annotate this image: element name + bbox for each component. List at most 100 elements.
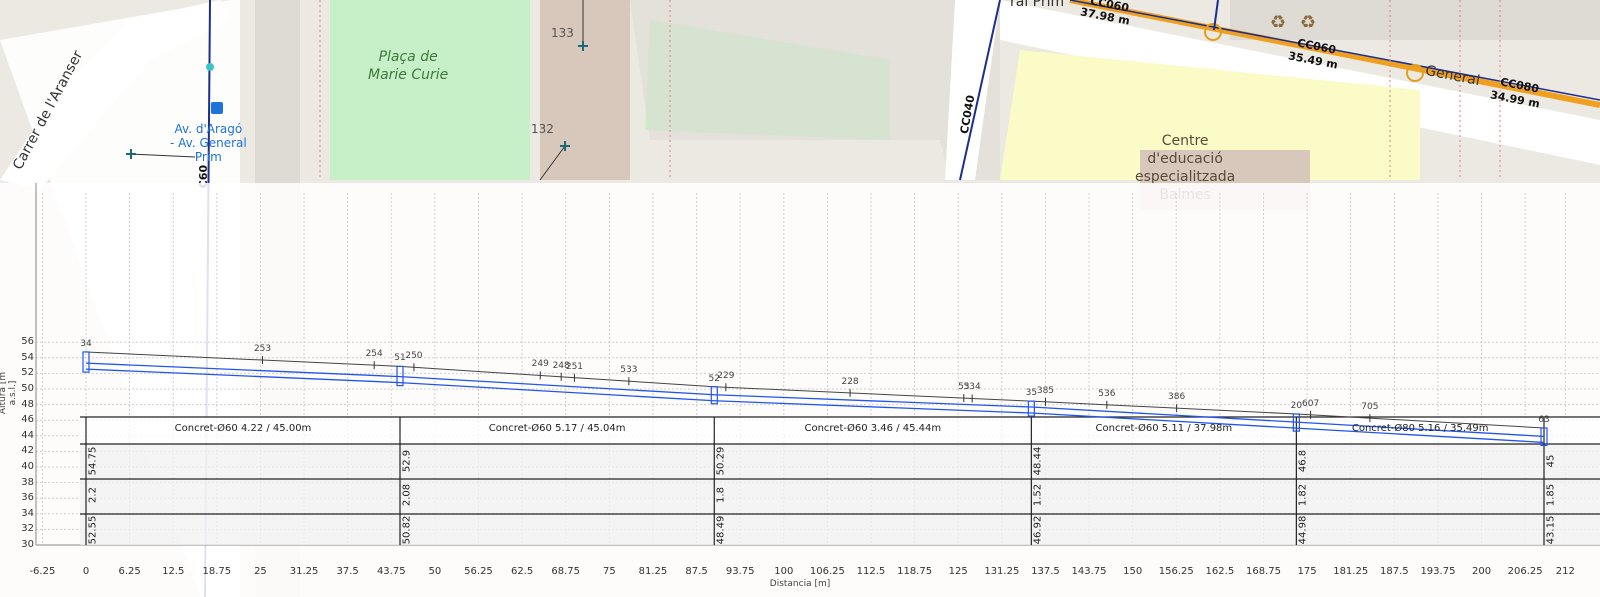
y-tick-label: 52 (21, 367, 34, 379)
ground-point-label: 607 (1302, 398, 1320, 409)
manhole-label: 51 (394, 353, 406, 364)
x-tick-label: 118.75 (897, 566, 933, 577)
segment-label: Concret-Ø60 5.17 / 45.04m (488, 423, 626, 434)
x-tick-label: 25 (254, 566, 267, 577)
x-tick-label: 131.25 (984, 566, 1020, 577)
manhole-label: 35 (1025, 388, 1038, 399)
table-band (80, 479, 1600, 513)
table-invert-value: 43.15 (1545, 515, 1557, 545)
ground-point-label: 249 (531, 359, 549, 370)
park-area (330, 0, 530, 180)
table-depth-value: 2.08 (401, 483, 413, 507)
table-invert-value: 44.98 (1297, 515, 1309, 545)
table-invert-value: 48.49 (715, 515, 727, 545)
x-tick-label: 137.5 (1031, 566, 1060, 577)
profile-table (80, 416, 1600, 545)
ground-point-label: 536 (1098, 388, 1116, 399)
x-tick-label: 93.75 (725, 566, 755, 577)
manhole-mark (1027, 400, 1035, 417)
x-tick-label: 162.5 (1205, 566, 1235, 577)
y-tick-label: 40 (21, 461, 34, 472)
x-tick-label: 43.75 (376, 566, 406, 577)
ground-point-label: 386 (1168, 392, 1186, 403)
x-tick-label: 75 (602, 566, 616, 577)
x-tick-label: 187.5 (1379, 566, 1409, 577)
longitudinal-profile-panel[interactable]: Altura [m a.s.l.] Distancia [m] 56 54 52 50… (0, 183, 1600, 597)
y-tick-label: 56 (21, 336, 34, 348)
table-ground-value: 45 (1545, 454, 1557, 468)
table-ground-value: 52.9 (401, 449, 413, 473)
table-depth-value: 1.85 (1545, 483, 1557, 507)
segment-label: Concret-Ø60 3.46 / 45.44m (804, 423, 942, 434)
table-band (80, 514, 1600, 545)
ground-point-label: 229 (717, 371, 735, 382)
x-axis-label: Distancia [m] (769, 579, 831, 589)
table-invert-value: 46.92 (1032, 515, 1044, 545)
x-tick-label: 62.5 (510, 566, 534, 577)
x-tick-label: 200 (1472, 566, 1492, 577)
table-depth-value: 1.82 (1297, 483, 1309, 507)
x-tick-label: 206.25 (1507, 566, 1543, 577)
x-tick-label: 150 (1123, 566, 1143, 577)
table-invert-value: 52.55 (87, 515, 99, 545)
x-tick-label: -6.25 (29, 566, 56, 577)
x-tick-label: 106.25 (809, 566, 845, 577)
x-tick-label: 181.25 (1333, 566, 1369, 577)
table-depth-value: 1.8 (715, 487, 727, 503)
ground-point-label: 253 (253, 344, 272, 355)
x-tick-label: 6.25 (118, 566, 141, 577)
ground-point-label: 254 (365, 349, 383, 360)
table-invert-value: 50.82 (401, 515, 413, 545)
manhole-label: 63 (1538, 415, 1550, 425)
manhole-label: 20 (1290, 400, 1303, 411)
table-ground-value: 54.75 (87, 446, 99, 476)
segment-label: Concret-Ø60 4.22 / 45.00m (174, 423, 312, 434)
segment-label: Concret-Ø60 5.11 / 37.98m (1095, 423, 1233, 434)
y-tick-label: 36 (21, 492, 34, 504)
table-band (80, 444, 1600, 478)
ground-point-label: 385 (1036, 385, 1055, 396)
x-tick-label: 87.5 (685, 566, 708, 577)
y-tick-label: 50 (21, 383, 34, 394)
table-ground-value: 48.44 (1032, 446, 1044, 476)
x-tick-label: 68.75 (551, 566, 581, 577)
x-tick-label: 175 (1297, 566, 1317, 577)
x-tick-label: 31.25 (289, 566, 319, 577)
ground-point-label: 705 (1361, 402, 1379, 413)
y-tick-label: 30 (21, 539, 34, 550)
manhole-label: 34 (80, 338, 92, 349)
y-tick-label: 42 (21, 445, 34, 457)
table-ground-value: 50.29 (715, 446, 727, 476)
ground-point-label: 534 (963, 382, 981, 393)
ground-point-label: 251 (565, 361, 584, 372)
x-tick-label: 37.5 (336, 566, 359, 577)
y-tick-label: 38 (21, 476, 34, 488)
table-depth-value: 1.52 (1032, 483, 1044, 507)
segment-label: Concret-Ø80 5.16 / 35.49m (1351, 423, 1489, 434)
ground-point-label: 533 (620, 365, 638, 376)
x-tick-label: 100 (774, 566, 794, 577)
y-tick-label: 34 (21, 507, 34, 519)
x-tick-label: 18.75 (202, 566, 232, 577)
x-tick-label: 156.25 (1158, 566, 1194, 577)
x-tick-label: 56.25 (464, 566, 493, 577)
x-tick-label: 50 (428, 566, 442, 577)
table-ground-value: 46.8 (1297, 449, 1309, 473)
x-tick-label: 12.5 (162, 566, 185, 577)
x-tick-label: 125 (948, 566, 968, 577)
x-tick-label: 0 (82, 566, 90, 577)
x-tick-label: 212 (1555, 566, 1575, 577)
node-icon[interactable] (206, 63, 214, 71)
ground-point-label: 228 (841, 376, 859, 387)
table-depth-value: 2.2 (87, 487, 99, 503)
ground-point-label: 250 (405, 351, 423, 362)
x-tick-label: 112.5 (856, 566, 886, 577)
x-tick-label: 193.75 (1420, 566, 1456, 577)
y-tick-label: 32 (21, 523, 34, 535)
y-tick-label: 46 (21, 414, 34, 426)
y-tick-label: 48 (21, 398, 34, 410)
x-tick-label: 143.75 (1071, 566, 1107, 577)
y-tick-label: 54 (21, 351, 34, 363)
y-tick-label: 44 (21, 429, 34, 441)
x-tick-label: 168.75 (1245, 566, 1281, 577)
